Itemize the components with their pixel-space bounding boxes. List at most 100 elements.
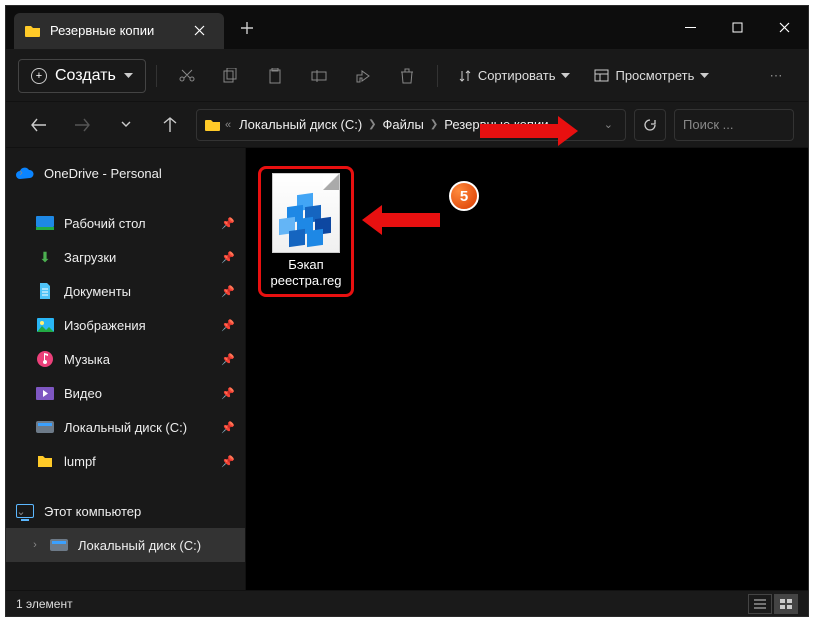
file-item[interactable]: Бэкап реестра.reg — [258, 166, 354, 297]
search-input[interactable]: Поиск ... — [674, 109, 794, 141]
sidebar-item-label: Рабочий стол — [64, 216, 146, 231]
pin-icon: 📌 — [221, 353, 235, 366]
tab-title: Резервные копии — [50, 23, 176, 38]
disk-icon — [50, 536, 68, 554]
downloads-icon: ⬇ — [36, 248, 54, 266]
share-button[interactable] — [343, 59, 383, 93]
chevron-down-icon — [561, 73, 570, 79]
chevron-down-icon — [124, 73, 133, 79]
sidebar-item-music[interactable]: Музыка 📌 — [6, 342, 245, 376]
up-button[interactable] — [152, 107, 188, 143]
item-count: 1 элемент — [16, 597, 73, 611]
documents-icon — [36, 282, 54, 300]
arrow-up-icon — [163, 117, 177, 132]
explorer-window: Резервные копии + Создать С — [5, 5, 809, 617]
view-button[interactable]: Просмотреть — [584, 59, 719, 93]
refresh-button[interactable] — [634, 109, 666, 141]
new-tab-button[interactable] — [228, 9, 266, 47]
file-list[interactable]: Бэкап реестра.reg 5 — [246, 148, 808, 590]
sidebar-item-label: lumpf — [64, 454, 96, 469]
desktop-icon — [36, 214, 54, 232]
sidebar-item-this-pc[interactable]: ⌄Этот компьютер — [6, 494, 245, 528]
new-button-label: Создать — [55, 67, 116, 85]
sidebar-item-label: Этот компьютер — [44, 504, 141, 519]
nav-sidebar: › OneDrive - Personal Рабочий стол 📌 ⬇Заг… — [6, 148, 246, 590]
more-button[interactable]: ⋯ — [756, 59, 796, 93]
annotation-step-badge: 5 — [449, 181, 479, 211]
video-icon — [36, 384, 54, 402]
cut-button[interactable] — [167, 59, 207, 93]
delete-button[interactable] — [387, 59, 427, 93]
recent-button[interactable] — [108, 107, 144, 143]
share-icon — [355, 69, 371, 83]
pin-icon: 📌 — [221, 387, 235, 400]
breadcrumb-segment[interactable]: Локальный диск (C:) — [233, 117, 368, 132]
sidebar-item-label: Музыка — [64, 352, 110, 367]
details-view-button[interactable] — [748, 594, 772, 614]
pin-icon: 📌 — [221, 217, 235, 230]
paste-icon — [268, 68, 282, 84]
rename-icon — [311, 69, 327, 83]
copy-button[interactable] — [211, 59, 251, 93]
folder-icon — [205, 118, 221, 132]
pc-icon — [16, 502, 34, 520]
sidebar-item-folder[interactable]: lumpf📌 — [6, 444, 245, 478]
address-bar: « Локальный диск (C:) ❯ Файлы ❯ Резервны… — [6, 102, 808, 148]
sidebar-item-disk-c[interactable]: › Локальный диск (C:) — [6, 528, 245, 562]
breadcrumb-root[interactable]: « — [203, 118, 233, 132]
chevron-right-icon: › — [14, 167, 28, 179]
chevron-down-icon — [700, 73, 709, 79]
sidebar-item-documents[interactable]: Документы 📌 — [6, 274, 245, 308]
sidebar-item-downloads[interactable]: ⬇Загрузки📌 — [6, 240, 245, 274]
sidebar-item-video[interactable]: Видео 📌 — [6, 376, 245, 410]
tab-active[interactable]: Резервные копии — [14, 13, 224, 49]
separator — [437, 65, 438, 87]
view-toggle — [748, 594, 798, 614]
pin-icon: 📌 — [221, 421, 235, 434]
chevron-down-icon — [121, 121, 131, 128]
chevron-right-icon: ❯ — [368, 119, 376, 130]
rename-button[interactable] — [299, 59, 339, 93]
sidebar-item-label: Локальный диск (C:) — [64, 420, 187, 435]
view-icon — [594, 69, 609, 82]
delete-icon — [400, 68, 414, 84]
body: › OneDrive - Personal Рабочий стол 📌 ⬇Заг… — [6, 148, 808, 590]
sidebar-item-label: Локальный диск (C:) — [78, 538, 201, 553]
reg-file-icon — [272, 173, 340, 253]
chevron-down-icon[interactable]: ⌄ — [598, 118, 619, 131]
chevron-right-icon: › — [28, 539, 42, 551]
minimize-icon — [685, 22, 696, 33]
sidebar-item-pictures[interactable]: Изображения📌 — [6, 308, 245, 342]
folder-icon — [24, 22, 42, 40]
breadcrumb-segment[interactable]: Файлы — [377, 117, 430, 132]
sort-button[interactable]: Сортировать — [448, 59, 581, 93]
minimize-button[interactable] — [667, 12, 714, 44]
annotation-arrow — [480, 124, 560, 138]
forward-button[interactable] — [64, 107, 100, 143]
tab-close-button[interactable] — [184, 16, 214, 46]
folder-icon — [36, 452, 54, 470]
command-toolbar: + Создать Сортировать Просмотреть ⋯ — [6, 50, 808, 102]
sidebar-item-onedrive[interactable]: › OneDrive - Personal — [6, 156, 245, 190]
icons-icon — [780, 599, 792, 609]
pin-icon: 📌 — [221, 319, 235, 332]
maximize-button[interactable] — [714, 12, 761, 44]
copy-icon — [223, 68, 238, 83]
details-icon — [754, 599, 766, 609]
sidebar-item-desktop[interactable]: Рабочий стол 📌 — [6, 206, 245, 240]
plus-circle-icon: + — [31, 68, 47, 84]
icons-view-button[interactable] — [774, 594, 798, 614]
back-button[interactable] — [20, 107, 56, 143]
annotation-arrow — [380, 213, 440, 227]
pictures-icon — [36, 316, 54, 334]
sidebar-item-label: Видео — [64, 386, 102, 401]
pin-icon: 📌 — [221, 285, 235, 298]
paste-button[interactable] — [255, 59, 295, 93]
disk-icon — [36, 418, 54, 436]
new-button[interactable]: + Создать — [18, 59, 146, 93]
close-window-button[interactable] — [761, 12, 808, 44]
pin-icon: 📌 — [221, 251, 235, 264]
sidebar-item-disk[interactable]: Локальный диск (C:) 📌 — [6, 410, 245, 444]
file-name: Бэкап реестра.reg — [270, 257, 341, 290]
sidebar-item-label: Документы — [64, 284, 131, 299]
